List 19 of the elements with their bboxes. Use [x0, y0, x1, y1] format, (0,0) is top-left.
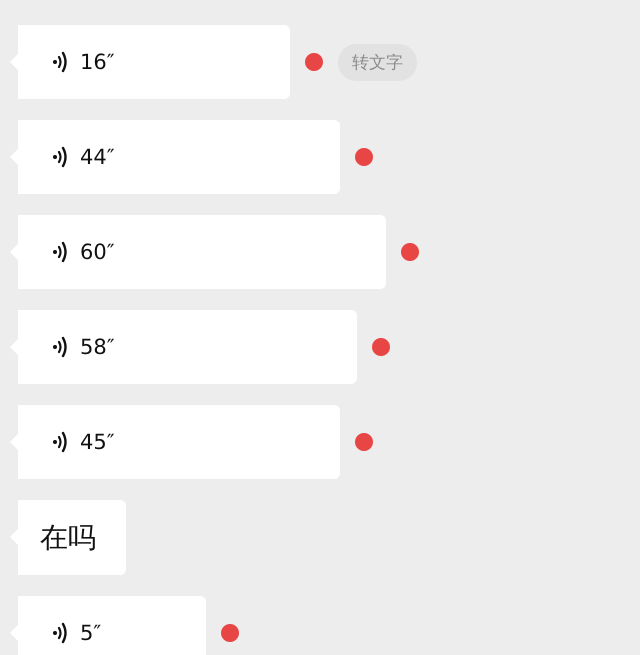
voice-wave-icon [52, 621, 68, 645]
voice-duration: 60″ [80, 240, 115, 264]
voice-message-bubble[interactable]: 16″ [10, 25, 290, 99]
voice-duration: 58″ [80, 335, 115, 359]
voice-wave-icon [52, 240, 68, 264]
voice-message-bubble[interactable]: 58″ [10, 310, 357, 384]
voice-wave-icon [52, 50, 68, 74]
voice-message-bubble[interactable]: 44″ [10, 120, 340, 194]
voice-message-bubble[interactable]: 45″ [10, 405, 340, 479]
voice-wave-icon [52, 430, 68, 454]
voice-message-bubble[interactable]: 5″ [10, 596, 206, 655]
voice-duration: 45″ [80, 430, 115, 454]
voice-wave-icon [52, 335, 68, 359]
message-bubble: 在吗 [10, 500, 126, 575]
voice-message-bubble[interactable]: 60″ [10, 215, 386, 289]
voice-duration: 5″ [80, 621, 102, 645]
voice-duration: 44″ [80, 145, 115, 169]
voice-duration: 16″ [80, 50, 115, 74]
voice-wave-icon [52, 145, 68, 169]
